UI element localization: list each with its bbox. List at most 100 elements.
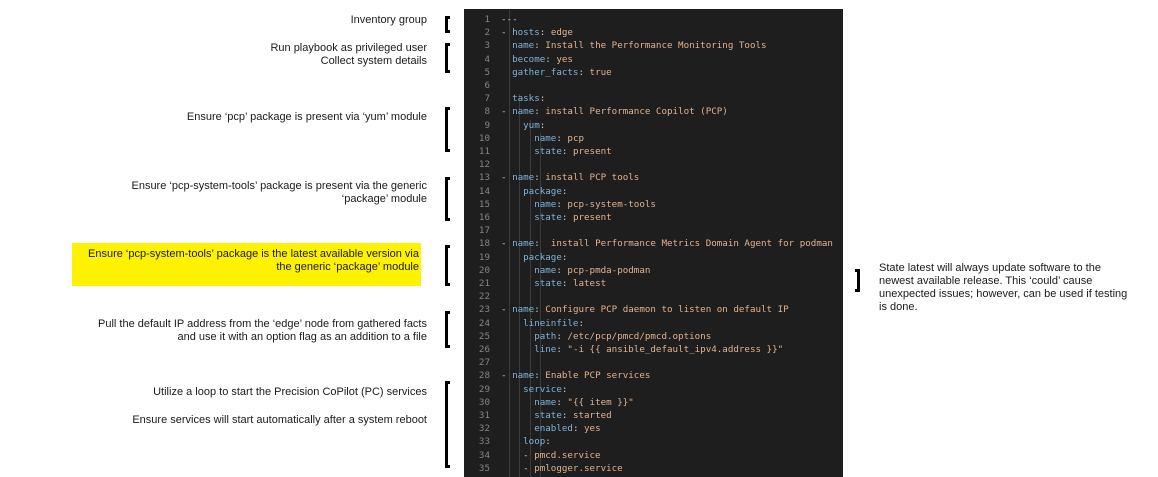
code-line-1: 1 --- — [464, 13, 843, 26]
code-line-27: 27 — [464, 356, 843, 369]
line-number: 21 — [478, 278, 490, 289]
bracket-pcp — [445, 107, 450, 152]
code-line-8: 8- name: install Performance Copilot (PC… — [464, 105, 843, 118]
code-line-16: 16 state: present — [464, 211, 843, 224]
line-number: 19 — [478, 251, 490, 263]
code-colon: : — [539, 119, 546, 131]
code-value: edge — [550, 27, 573, 39]
code-value: install PCP tools — [545, 172, 640, 184]
bracket-services — [445, 381, 450, 468]
code-indent: - — [501, 304, 513, 316]
code-colon: : — [561, 383, 568, 395]
code-key: package — [523, 251, 562, 263]
annotation-state-latest-warning: State latest will always update software… — [879, 262, 1144, 314]
line-number: 11 — [478, 146, 490, 157]
bracket-pcp-tools — [445, 177, 450, 221]
line-number: 7 — [484, 93, 490, 105]
code-value: Install the Performance Monitoring Tools — [545, 40, 767, 52]
line-number: 10 — [478, 132, 490, 144]
line-number: 24 — [478, 317, 490, 329]
code-value: Enable PCP services — [545, 370, 651, 382]
code-key: name — [512, 106, 535, 118]
annotation-line: unexpected issues; however, can be used … — [879, 288, 1128, 300]
annotation-line: Ensure services will start automatically… — [132, 414, 427, 426]
code-key: name — [534, 132, 557, 144]
code-colon: : — [534, 106, 546, 118]
line-number: 32 — [478, 423, 490, 435]
code-line-22: 22 — [464, 290, 843, 303]
code-colon: : — [539, 27, 551, 39]
annotation-line: Inventory group — [350, 14, 427, 26]
code-value: pcp — [567, 132, 585, 144]
code-indent: - — [501, 27, 513, 39]
annotation-line: newest available release. This ‘could’ c… — [879, 275, 1093, 287]
code-colon: : — [545, 53, 557, 65]
code-colon: : — [556, 330, 568, 342]
line-number: 31 — [478, 410, 490, 421]
code-line-19: 19 package: — [464, 251, 843, 264]
line-number: 33 — [478, 436, 490, 448]
code-value: pcp-pmda-podman — [567, 264, 651, 276]
line-number: 12 — [478, 159, 490, 171]
code-colon: : — [561, 278, 573, 289]
line-number: 28 — [478, 370, 490, 382]
line-number: 5 — [484, 66, 490, 78]
code-line-24: 24 lineinfile: — [464, 317, 843, 330]
code-value: latest — [572, 278, 607, 289]
code-value: started — [572, 410, 612, 421]
code-list-item: pmcd.service — [534, 449, 601, 461]
code-key: yum — [523, 119, 540, 131]
line-number: 17 — [478, 225, 490, 237]
code-colon: : — [561, 410, 573, 421]
line-number: 35 — [478, 462, 490, 474]
bracket-inventory — [445, 16, 450, 33]
code-value: install Performance Copilot (PCP) — [545, 106, 728, 118]
line-number: 20 — [478, 264, 490, 276]
code-key: service — [523, 383, 562, 395]
code-indent: - — [501, 449, 535, 461]
code-key: name — [512, 40, 535, 52]
code-key: hosts — [512, 27, 540, 39]
annotation-line: Run playbook as privileged user — [270, 42, 427, 54]
code-line-6: 6 — [464, 79, 843, 92]
line-number: 13 — [478, 172, 490, 184]
code-key: lineinfile — [523, 317, 579, 329]
line-number: 14 — [478, 185, 490, 197]
annotation-pcp-system-tools: Ensure ‘pcp-system-tools’ package is pre… — [131, 180, 427, 206]
bracket-latest — [445, 245, 450, 286]
line-number: 25 — [478, 330, 490, 342]
code-key: state — [534, 278, 562, 289]
code-colon: : — [534, 172, 546, 184]
code-value: Configure PCP daemon to listen on defaul… — [545, 304, 789, 316]
code-line-29: 29 service: — [464, 383, 843, 396]
code-value: yes — [556, 53, 573, 65]
code-value: true — [589, 66, 612, 78]
code-value: "{{ item }}" — [567, 396, 634, 408]
annotation-pcp-yum: Ensure ‘pcp’ package is present via ‘yum… — [187, 111, 427, 124]
code-line-30: 30 name: "{{ item }}" — [464, 396, 843, 409]
code-key: gather_facts — [512, 66, 579, 78]
code-value: "-i {{ ansible_default_ipv4.address }}" — [567, 344, 784, 355]
code-key: name — [534, 264, 557, 276]
code-key: package — [523, 185, 562, 197]
line-number: 26 — [478, 344, 490, 355]
code-key: name — [534, 396, 557, 408]
annotation-line: Ensure ‘pcp’ package is present via ‘yum… — [186, 111, 427, 123]
annotation-line: Ensure ‘pcp-system-tools’ package is the… — [88, 248, 419, 260]
line-number: 2 — [484, 27, 490, 39]
bracket-default-ip — [445, 311, 450, 348]
annotation-line: Collect system details — [320, 55, 427, 67]
annotation-inventory-group: Inventory group — [351, 14, 427, 27]
code-key: path — [534, 330, 557, 342]
line-number: 22 — [478, 291, 490, 303]
code-value: present — [572, 146, 612, 157]
